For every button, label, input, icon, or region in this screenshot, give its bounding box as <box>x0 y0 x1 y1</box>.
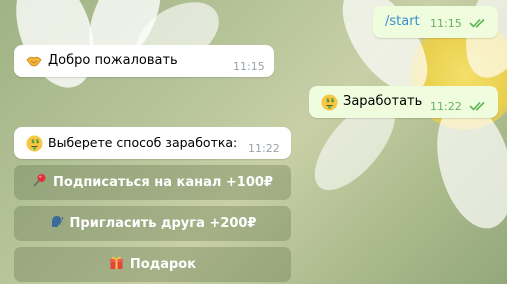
pushpin-icon <box>32 173 47 192</box>
message-time: 11:15 <box>430 17 462 30</box>
inline-button-label: Пригласить друга +200₽ <box>69 216 257 231</box>
inline-button-gift[interactable]: Подарок <box>14 247 291 282</box>
money-face-icon: $ $ <box>321 94 338 115</box>
read-checkmarks-icon <box>469 101 485 111</box>
speaking-head-icon <box>49 214 64 233</box>
inline-button-label: Подарок <box>129 257 197 272</box>
svg-text:$: $ <box>36 139 40 145</box>
message-time: 11:22 <box>430 100 462 113</box>
incoming-message[interactable]: $ $ Выберете способ заработка: 11:22 <box>14 127 291 159</box>
svg-text:$: $ <box>326 98 330 104</box>
incoming-message[interactable]: Добро пожаловать 11:15 <box>14 45 274 77</box>
inline-button-subscribe[interactable]: Подписаться на канал +100₽ <box>14 165 291 200</box>
message-text: /start <box>385 14 420 29</box>
message-time: 11:15 <box>233 60 265 73</box>
message-text: Выберете способ заработка: <box>48 135 238 150</box>
message-text: Заработать <box>343 94 423 109</box>
money-face-icon: $ $ <box>26 135 43 156</box>
svg-text:$: $ <box>331 98 335 104</box>
gift-icon <box>109 255 124 274</box>
svg-text:$: $ <box>31 139 35 145</box>
handshake-icon <box>26 54 42 72</box>
outgoing-message[interactable]: $ $ Заработать 11:22 <box>309 86 498 118</box>
message-time: 11:22 <box>248 142 280 155</box>
outgoing-message[interactable]: /start 11:15 <box>373 6 498 38</box>
inline-button-invite[interactable]: Пригласить друга +200₽ <box>14 206 291 241</box>
read-checkmarks-icon <box>469 18 485 28</box>
message-text: Добро пожаловать <box>48 53 178 68</box>
inline-button-label: Подписаться на канал +100₽ <box>53 175 273 190</box>
